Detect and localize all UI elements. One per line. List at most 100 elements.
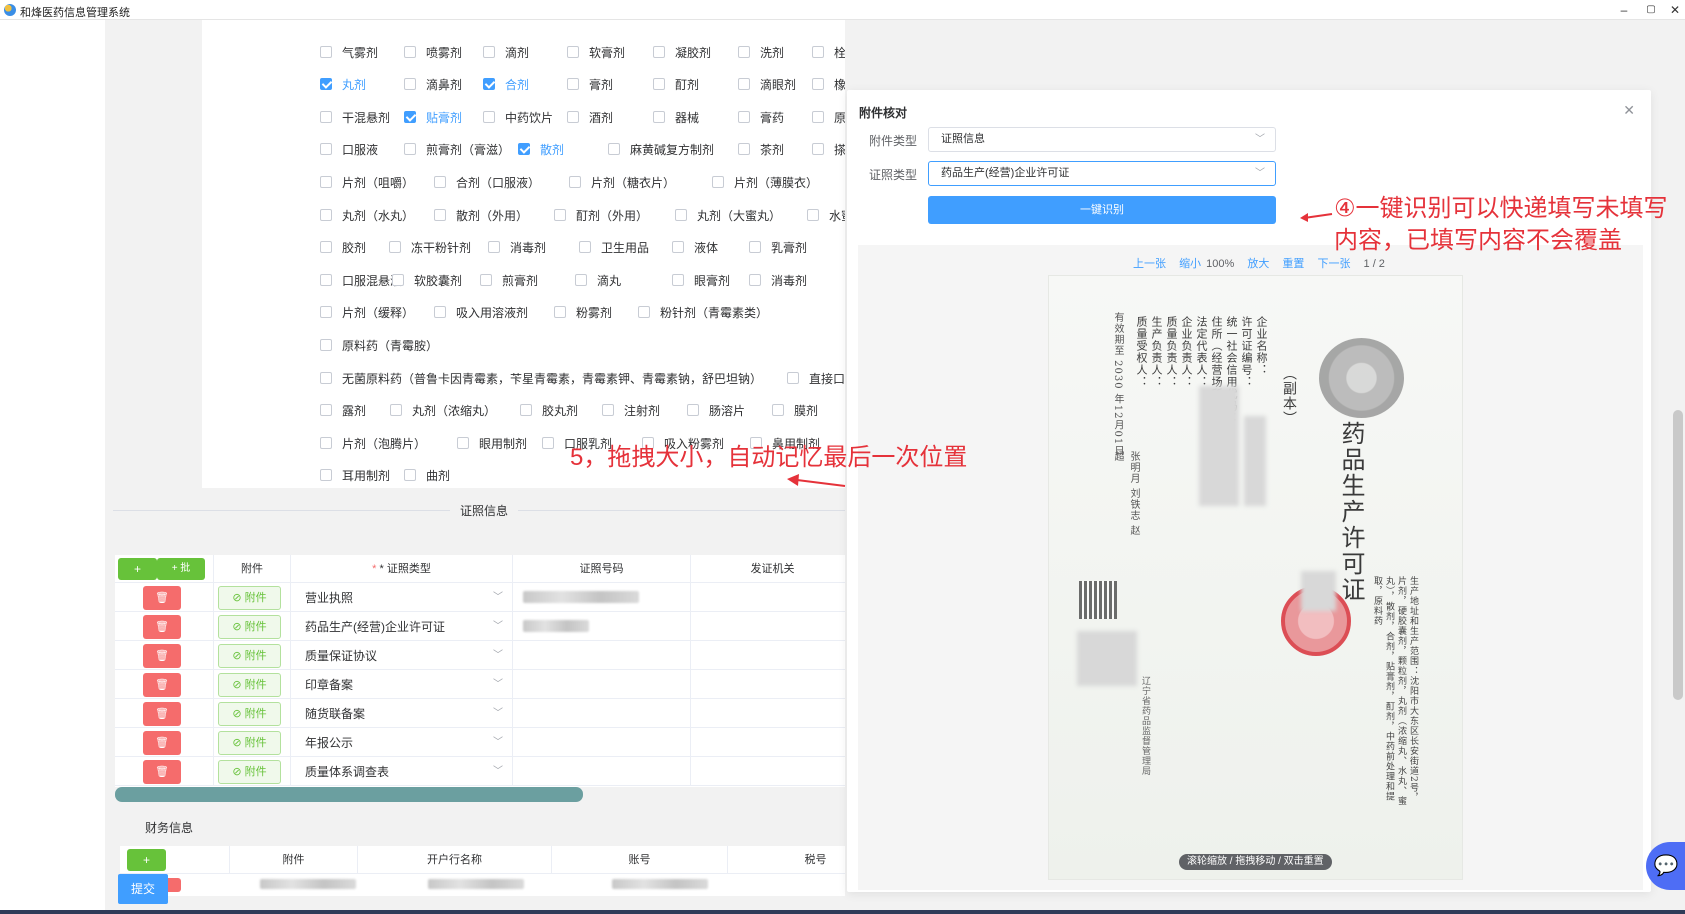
checkbox-icon[interactable]: [749, 241, 761, 253]
checkbox-icon[interactable]: [579, 241, 591, 253]
checkbox-icon[interactable]: [392, 274, 404, 286]
dosage-form-checkbox[interactable]: 煎膏剂: [480, 272, 538, 288]
dosage-form-checkbox[interactable]: 消毒剂: [488, 239, 546, 255]
dialog-close-icon[interactable]: ✕: [1623, 102, 1635, 119]
checkbox-icon[interactable]: [602, 404, 614, 416]
dosage-form-checkbox[interactable]: 原料药（青霉胺）: [320, 337, 438, 353]
dosage-form-checkbox[interactable]: 橡胶膏剂: [812, 76, 845, 92]
checkbox-icon[interactable]: [404, 469, 416, 481]
checkbox-icon[interactable]: [738, 46, 750, 58]
dosage-form-checkbox[interactable]: 耳用制剂: [320, 467, 390, 483]
dosage-form-checkbox[interactable]: 口服液: [320, 141, 378, 157]
checkbox-icon[interactable]: [712, 176, 724, 188]
checkbox-icon[interactable]: [542, 437, 554, 449]
cert-attach-button[interactable]: ⊘ 附件: [218, 731, 281, 755]
dosage-form-checkbox[interactable]: 膏药: [738, 109, 784, 125]
cert-type-select[interactable]: 印章备案 ﹀: [295, 673, 513, 697]
checkbox-icon[interactable]: [567, 111, 579, 123]
submit-button[interactable]: 提交: [118, 874, 168, 904]
dosage-form-checkbox[interactable]: 曲剂: [404, 467, 450, 483]
checkbox-icon[interactable]: [320, 339, 332, 351]
cert-delete-button[interactable]: 🗑: [143, 586, 181, 610]
minimize-button[interactable]: –: [1614, 2, 1634, 18]
dosage-form-checkbox[interactable]: 露剂: [320, 402, 366, 418]
checkbox-icon[interactable]: [320, 306, 332, 318]
dosage-form-checkbox[interactable]: 粉针剂（青霉素类）: [638, 304, 768, 320]
checkbox-icon[interactable]: [772, 404, 784, 416]
dosage-form-checkbox[interactable]: 原料药: [812, 109, 845, 125]
checkbox-icon[interactable]: [404, 46, 416, 58]
dosage-form-checkbox[interactable]: 贴膏剂: [404, 109, 462, 125]
dosage-form-checkbox[interactable]: 栓剂: [812, 44, 845, 60]
dosage-form-checkbox[interactable]: 吸入用溶液剂: [434, 304, 528, 320]
dosage-form-checkbox[interactable]: 中药饮片: [483, 109, 553, 125]
dosage-form-checkbox[interactable]: 片剂（缓释）: [320, 304, 414, 320]
cert-type-select[interactable]: 药品生产(经营)企业许可证 ﹀: [928, 161, 1276, 186]
checkbox-icon[interactable]: [320, 143, 332, 155]
dosage-form-checkbox[interactable]: 片剂（薄膜衣）: [712, 174, 818, 190]
checkbox-icon[interactable]: [320, 404, 332, 416]
checkbox-icon[interactable]: [672, 241, 684, 253]
dosage-form-checkbox[interactable]: 丸剂: [320, 76, 366, 92]
checkbox-icon[interactable]: [672, 274, 684, 286]
cert-type-select[interactable]: 年报公示 ﹀: [295, 731, 513, 755]
dosage-form-checkbox[interactable]: 眼膏剂: [672, 272, 730, 288]
checkbox-icon[interactable]: [567, 46, 579, 58]
checkbox-checked-icon[interactable]: [404, 111, 416, 123]
dosage-form-checkbox[interactable]: 酊剂（外用）: [554, 207, 648, 223]
zoom-in-button[interactable]: 放大: [1247, 258, 1269, 270]
checkbox-icon[interactable]: [320, 209, 332, 221]
dosage-form-checkbox[interactable]: 肠溶片: [687, 402, 745, 418]
dosage-form-checkbox[interactable]: 消毒剂: [749, 272, 807, 288]
checkbox-icon[interactable]: [320, 437, 332, 449]
cert-delete-button[interactable]: 🗑: [143, 673, 181, 697]
checkbox-icon[interactable]: [434, 306, 446, 318]
checkbox-icon[interactable]: [320, 111, 332, 123]
checkbox-icon[interactable]: [749, 274, 761, 286]
checkbox-icon[interactable]: [320, 176, 332, 188]
page-vertical-scrollbar[interactable]: [1673, 410, 1683, 700]
dosage-form-checkbox[interactable]: 片剂（泡腾片）: [320, 435, 426, 451]
dosage-form-checkbox[interactable]: 洗剂: [738, 44, 784, 60]
dosage-form-checkbox[interactable]: 茶剂: [738, 141, 784, 157]
checkbox-icon[interactable]: [738, 143, 750, 155]
dosage-form-checkbox[interactable]: 散剂: [518, 141, 564, 157]
cert-attach-button[interactable]: ⊘ 附件: [218, 586, 281, 610]
dosage-form-checkbox[interactable]: 酊剂: [653, 76, 699, 92]
cert-add-button[interactable]: +: [118, 558, 157, 580]
dosage-form-checkbox[interactable]: 软膏剂: [567, 44, 625, 60]
checkbox-icon[interactable]: [389, 241, 401, 253]
dosage-form-checkbox[interactable]: 软胶囊剂: [392, 272, 462, 288]
checkbox-icon[interactable]: [320, 372, 332, 384]
dosage-form-checkbox[interactable]: 口服混悬液: [320, 272, 402, 288]
dosage-form-checkbox[interactable]: 无菌原料药（普鲁卡因青霉素，苄星青霉素，青霉素钾、青霉素钠，舒巴坦钠）: [320, 370, 762, 386]
checkbox-icon[interactable]: [434, 176, 446, 188]
dosage-form-checkbox[interactable]: 胶剂: [320, 239, 366, 255]
checkbox-icon[interactable]: [812, 78, 824, 90]
checkbox-icon[interactable]: [807, 209, 819, 221]
maximize-button[interactable]: ▢: [1641, 2, 1661, 18]
dosage-form-checkbox[interactable]: 片剂（糖衣片）: [569, 174, 675, 190]
chat-support-icon[interactable]: 💬: [1646, 842, 1685, 890]
dosage-form-checkbox[interactable]: 滴丸: [575, 272, 621, 288]
dosage-form-checkbox[interactable]: 直接口服饮片: [787, 370, 845, 386]
dosage-form-checkbox[interactable]: 气雾剂: [320, 44, 378, 60]
horizontal-scrollbar[interactable]: [115, 787, 583, 802]
checkbox-icon[interactable]: [608, 143, 620, 155]
dosage-form-checkbox[interactable]: 喷雾剂: [404, 44, 462, 60]
cert-type-select[interactable]: 质量体系调查表 ﹀: [295, 760, 513, 784]
cert-delete-button[interactable]: 🗑: [143, 731, 181, 755]
dosage-form-checkbox[interactable]: 冻干粉针剂: [389, 239, 471, 255]
finance-add-button[interactable]: +: [127, 849, 166, 871]
cert-attach-button[interactable]: ⊘ 附件: [218, 673, 281, 697]
cert-attach-button[interactable]: ⊘ 附件: [218, 644, 281, 668]
dosage-form-checkbox[interactable]: 丸剂（大蜜丸）: [675, 207, 781, 223]
one-click-recognize-button[interactable]: 一键识别: [928, 196, 1276, 224]
cert-type-select[interactable]: 药品生产(经营)企业许可证 ﹀: [295, 615, 513, 639]
cert-type-select[interactable]: 随货联备案 ﹀: [295, 702, 513, 726]
dosage-form-checkbox[interactable]: 眼用制剂: [457, 435, 527, 451]
dosage-form-checkbox[interactable]: 水蜜丸: [807, 207, 845, 223]
dosage-form-checkbox[interactable]: 乳膏剂: [749, 239, 807, 255]
checkbox-icon[interactable]: [488, 241, 500, 253]
dosage-form-checkbox[interactable]: 凝胶剂: [653, 44, 711, 60]
